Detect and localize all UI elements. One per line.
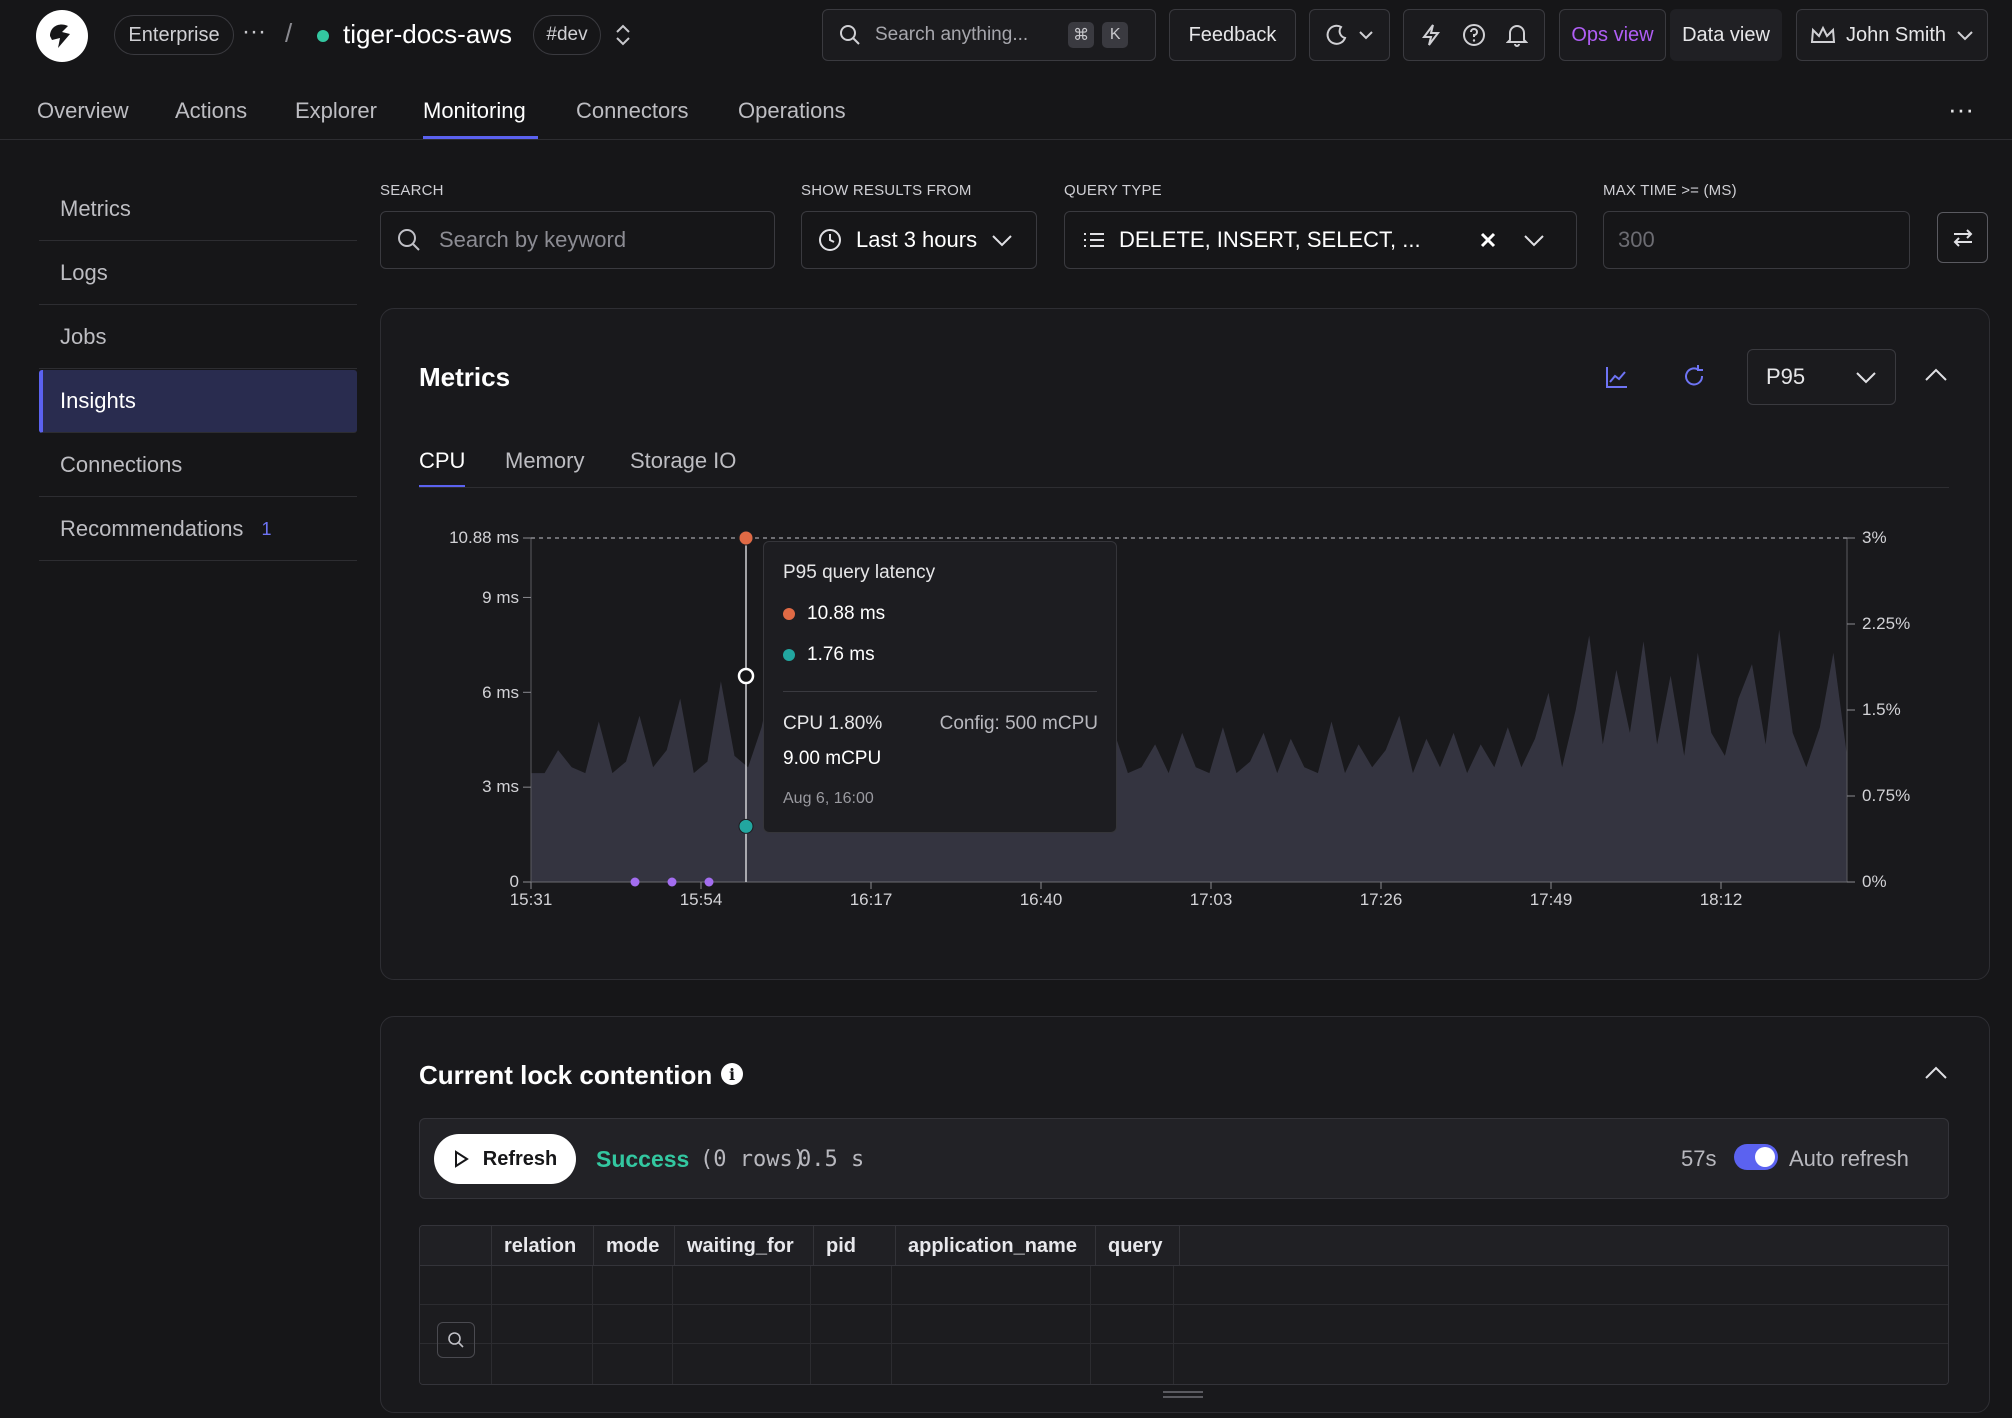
query-status: Success (596, 1146, 690, 1172)
col-divider (592, 1266, 593, 1384)
play-icon (454, 1150, 469, 1168)
table-search-button[interactable] (437, 1322, 475, 1358)
collapse-lock-panel-button[interactable] (1924, 1064, 1948, 1089)
column-header[interactable]: query (1096, 1226, 1180, 1265)
event-marker (667, 877, 677, 887)
col-divider (672, 1266, 673, 1384)
latency-marker (738, 530, 754, 546)
event-marker (630, 877, 640, 887)
refresh-button[interactable]: Refresh (434, 1134, 576, 1184)
latency-marker (738, 818, 754, 834)
row-divider (420, 1304, 1948, 1305)
query-duration: 0.5 s (798, 1147, 865, 1172)
auto-refresh-label: Auto refresh (1789, 1146, 1909, 1171)
table-body (420, 1266, 1948, 1384)
col-divider (1090, 1266, 1091, 1384)
cpu-hover-point (737, 667, 755, 685)
col-divider (1173, 1266, 1174, 1384)
col-divider (491, 1266, 492, 1384)
column-header[interactable]: pid (814, 1226, 896, 1265)
tooltip-title: P95 query latency (783, 562, 936, 583)
tooltip-cpu: CPU 1.80% (783, 713, 883, 734)
tooltip-value: 10.88 ms (807, 603, 886, 624)
auto-refresh-toggle[interactable] (1734, 1144, 1778, 1170)
column-header[interactable]: application_name (896, 1226, 1096, 1265)
tooltip-divider (783, 691, 1097, 692)
tooltip-row: 1.76 ms (783, 644, 875, 666)
col-divider (810, 1266, 811, 1384)
column-header[interactable]: mode (594, 1226, 675, 1265)
legend-dot (783, 608, 795, 620)
tooltip-row: 10.88 ms (783, 603, 885, 625)
legend-dot (783, 649, 795, 661)
resize-handle[interactable] (1163, 1390, 1203, 1400)
query-row-count: (0 rows) (700, 1147, 806, 1172)
lock-panel-title: Current lock contention (419, 1060, 713, 1090)
row-index-header (420, 1226, 492, 1265)
col-divider (891, 1266, 892, 1384)
event-marker (704, 877, 714, 887)
cpu-area-series (531, 583, 1847, 882)
toggle-knob (1755, 1147, 1775, 1167)
refresh-button-label: Refresh (482, 1147, 558, 1170)
tooltip-config: Config: 500 mCPU (939, 713, 1098, 734)
table-header: relation mode waiting_for pid applicatio… (420, 1226, 1948, 1266)
column-header[interactable]: relation (492, 1226, 594, 1265)
row-divider (420, 1343, 1948, 1344)
auto-refresh-countdown: 57s (1681, 1146, 1717, 1171)
cpu-chart[interactable] (0, 0, 2012, 1000)
chevron-up-icon (1925, 1066, 1947, 1079)
tooltip-time: Aug 6, 16:00 (783, 790, 874, 807)
tooltip-mcpu: 9.00 mCPU (783, 748, 882, 769)
tooltip-value: 1.76 ms (807, 644, 875, 665)
search-icon (448, 1332, 464, 1348)
info-icon[interactable]: i (721, 1063, 743, 1085)
lock-results-table: relation mode waiting_for pid applicatio… (419, 1225, 1949, 1385)
chart-tooltip: P95 query latency 10.88 ms 1.76 ms CPU 1… (763, 541, 1117, 833)
column-header[interactable]: waiting_for (675, 1226, 814, 1265)
